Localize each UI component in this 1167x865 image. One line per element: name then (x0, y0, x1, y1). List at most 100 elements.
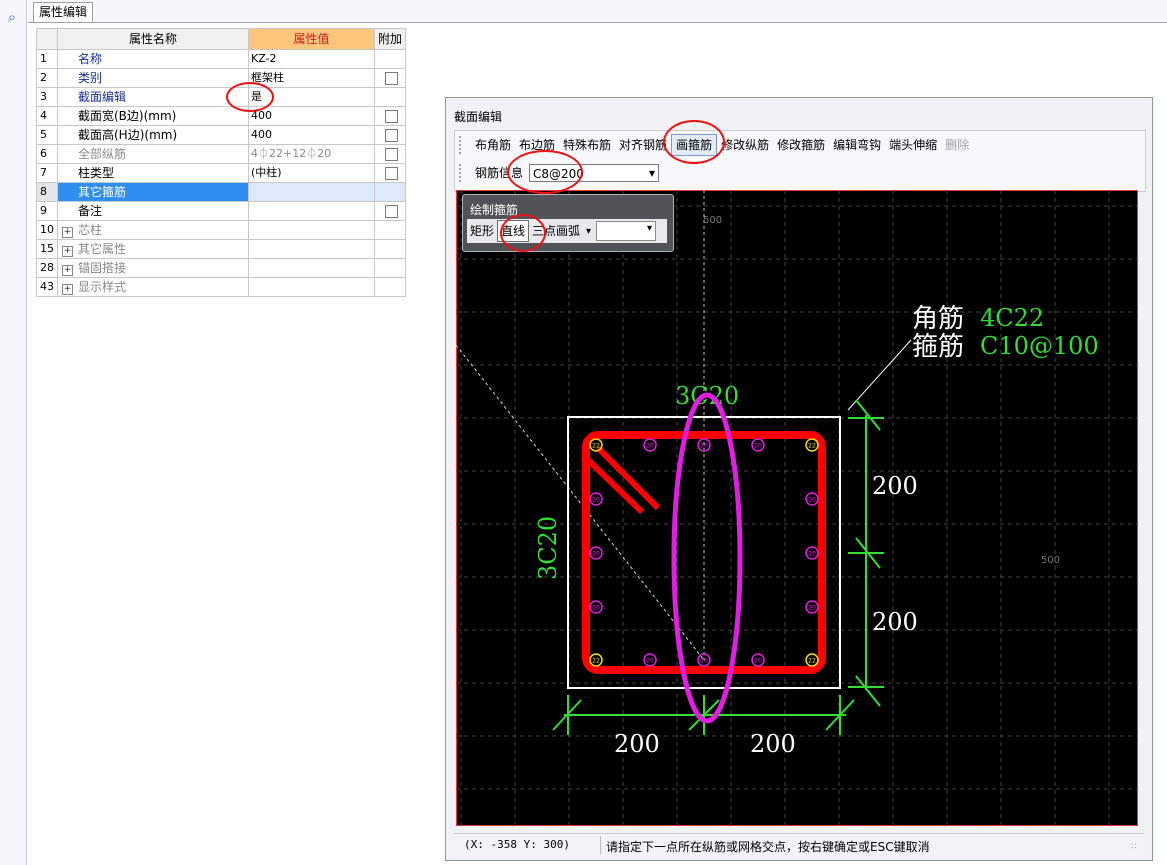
property-name-text: 截面宽(B边)(mm) (78, 109, 177, 123)
side-rebar-label: 20 (700, 658, 708, 665)
row-number: 6 (36, 144, 58, 164)
dim-right-upper: 200 (872, 472, 918, 500)
row-number: 1 (36, 49, 58, 69)
header-blank (36, 28, 58, 50)
annotation-ellipse (663, 120, 725, 164)
draw-stirrup-panel: 绘制箍筋 矩形 直线 三点画弧 ▾ ▾ (462, 194, 674, 252)
property-value[interactable]: (中柱) (248, 163, 375, 183)
row-number: 3 (36, 87, 58, 107)
toolbar-button[interactable]: 布角筋 (471, 135, 515, 155)
extra-checkbox[interactable] (385, 72, 398, 85)
expand-icon[interactable]: + (62, 284, 73, 295)
extra-cell (374, 49, 406, 69)
extra-cell (374, 163, 406, 183)
property-name-text: 备注 (78, 204, 103, 218)
table-row[interactable]: 28 + 锚固搭接 (36, 258, 406, 278)
side-rebar-label: 20 (592, 551, 600, 558)
property-value[interactable] (248, 220, 375, 240)
extra-checkbox[interactable] (385, 129, 398, 142)
extra-checkbox[interactable] (385, 167, 398, 180)
resize-grip-icon[interactable]: ∷ (1131, 842, 1141, 852)
property-value[interactable]: 400 (248, 125, 375, 145)
dropdown-arrow-icon[interactable]: ▾ (586, 226, 591, 237)
property-name: 备注 (57, 201, 249, 221)
property-value[interactable] (248, 201, 375, 221)
toolbar-grip (459, 164, 467, 182)
side-rebar-label: 20 (646, 658, 654, 665)
table-row[interactable]: 10 + 芯柱 (36, 220, 406, 240)
extra-cell (374, 68, 406, 88)
property-value[interactable]: 400 (248, 106, 375, 126)
toolbar-grip (459, 136, 467, 154)
corner-rebar-label: 22 (808, 443, 816, 450)
arc-option-combo[interactable]: ▾ (596, 221, 657, 241)
toolbar-button[interactable]: 编辑弯钩 (829, 135, 885, 155)
toolbar-button[interactable]: 修改纵筋 (717, 135, 773, 155)
table-row[interactable]: 15 + 其它属性 (36, 239, 406, 259)
toolbar-button[interactable]: 特殊布筋 (559, 135, 615, 155)
table-row[interactable]: 2 类别 框架柱 (36, 68, 406, 88)
section-canvas[interactable]: 500500角筋 4C22箍筋 C10@1003C203C20200200200 20… (456, 190, 1138, 826)
left-toolstrip: ⌕ (0, 0, 27, 865)
table-row[interactable]: 3 截面编辑是 (36, 87, 406, 107)
header-property-value: 属性值 (248, 28, 375, 50)
property-value[interactable] (248, 239, 375, 259)
property-value[interactable]: 4⏀22+12⏀20 (248, 144, 375, 164)
extra-cell (374, 239, 406, 259)
table-row[interactable]: 7 柱类型 (中柱) (36, 163, 406, 183)
extra-cell (374, 125, 406, 145)
table-row[interactable]: 9 备注 (36, 201, 406, 221)
extra-checkbox[interactable] (385, 110, 398, 123)
toolbar-button[interactable]: 删除 (941, 135, 973, 155)
property-name-text: 其它箍筋 (78, 185, 127, 199)
expand-icon[interactable]: + (62, 246, 73, 257)
search-icon[interactable]: ⌕ (2, 7, 22, 27)
corner-rebar-label: 22 (592, 658, 600, 665)
toolbar-button[interactable]: 修改箍筋 (773, 135, 829, 155)
table-row[interactable]: 1 名称 KZ-2 (36, 49, 406, 69)
row-number: 9 (36, 201, 58, 221)
header-property-name: 属性名称 (57, 28, 249, 50)
extra-checkbox[interactable] (385, 205, 398, 218)
property-value[interactable]: KZ-2 (248, 49, 375, 69)
table-row[interactable]: 5 截面高(H边)(mm) 400 (36, 125, 406, 145)
expand-icon[interactable]: + (62, 227, 73, 238)
property-name: + 锚固搭接 (57, 258, 249, 278)
toolbar-button[interactable]: 端头伸缩 (885, 135, 941, 155)
tab-property-edit[interactable]: 属性编辑 (33, 2, 94, 22)
property-name-text: 名称 (78, 52, 103, 66)
row-number: 43 (36, 277, 58, 297)
table-row[interactable]: 8 其它箍筋 (36, 182, 406, 202)
property-value[interactable] (248, 277, 375, 297)
extra-cell (374, 277, 406, 297)
property-name: 其它箍筋 (57, 182, 249, 202)
table-row[interactable]: 43 + 显示样式 (36, 277, 406, 297)
side-rebar-label: 20 (808, 551, 816, 558)
side-rebar-label: 20 (754, 443, 762, 450)
draw-mode-button[interactable]: 矩形 (467, 221, 497, 241)
corner-rebar-label: 22 (592, 443, 600, 450)
row-number: 28 (36, 258, 58, 278)
grid-label-top: 500 (703, 215, 722, 226)
status-coordinates: (X: -358 Y: 300) (464, 838, 570, 851)
extra-cell (374, 144, 406, 164)
grid-label-right: 500 (1041, 555, 1060, 566)
stirrup-label: 箍筋 (912, 332, 964, 362)
property-name-text: 类别 (78, 71, 103, 85)
extra-checkbox[interactable] (385, 148, 398, 161)
row-number: 15 (36, 239, 58, 259)
side-rebar-label: 20 (592, 497, 600, 504)
property-value[interactable]: 框架柱 (248, 68, 375, 88)
table-row[interactable]: 4 截面宽(B边)(mm) 400 (36, 106, 406, 126)
property-name: 截面宽(B边)(mm) (57, 106, 249, 126)
table-row[interactable]: 6 全部纵筋 4⏀22+12⏀20 (36, 144, 406, 164)
stirrup-value: C10@100 (980, 332, 1099, 360)
side-rebar-label: 20 (700, 443, 708, 450)
dropdown-arrow-icon[interactable]: ▾ (647, 223, 652, 234)
property-value[interactable] (248, 258, 375, 278)
extra-cell (374, 106, 406, 126)
dropdown-arrow-icon[interactable]: ▼ (649, 165, 655, 183)
property-table: 属性名称 属性值 附加 1 名称 KZ-2 2 类别 框架柱 3 截面编辑是 4 截面宽(B边)(… (36, 28, 406, 297)
property-value[interactable] (248, 182, 375, 202)
expand-icon[interactable]: + (62, 265, 73, 276)
